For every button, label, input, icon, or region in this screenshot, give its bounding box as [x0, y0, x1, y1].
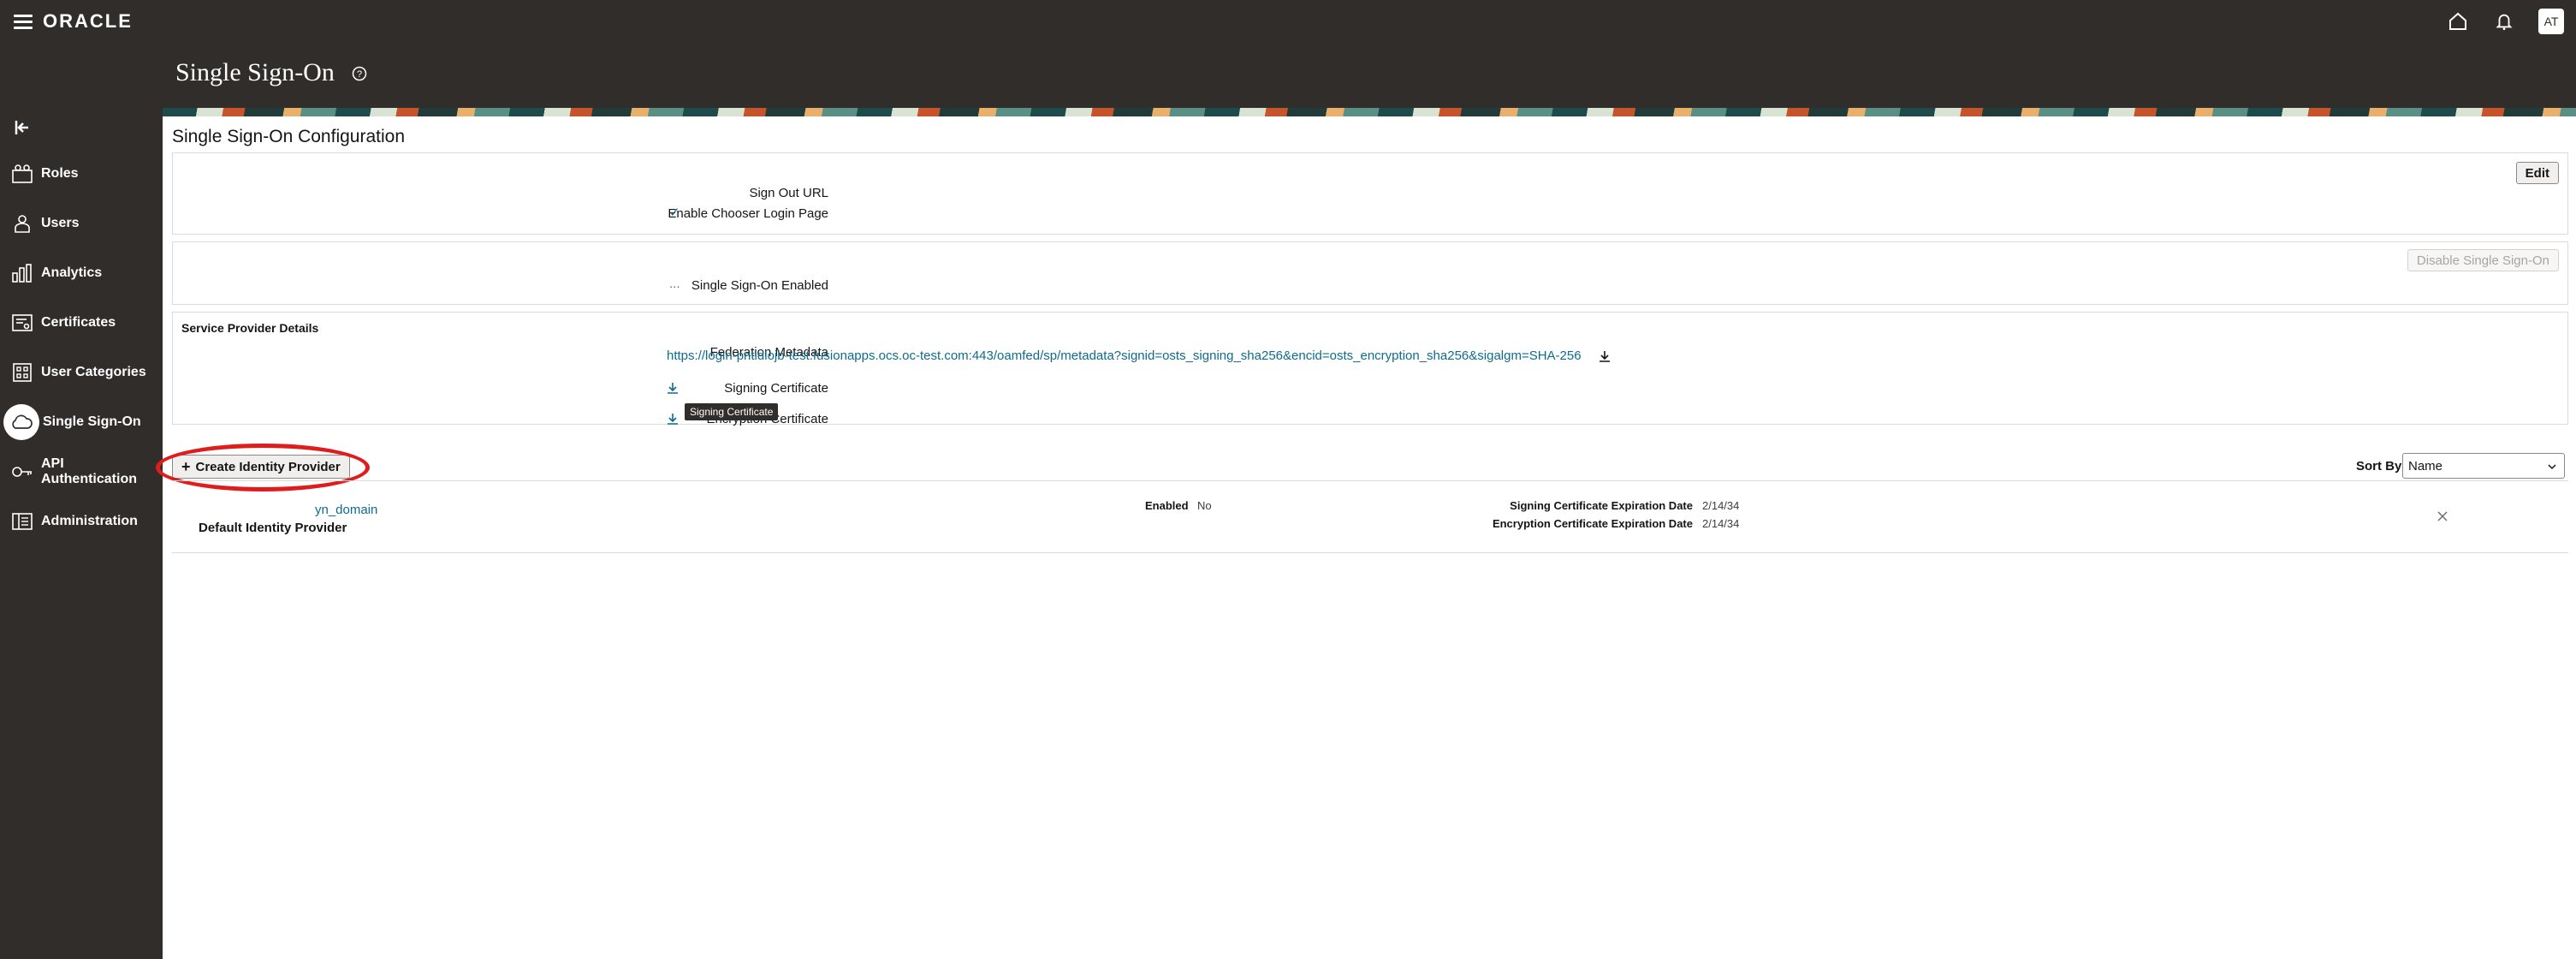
sort-by-value: Name	[2408, 458, 2443, 474]
sidebar-item-label: Roles	[41, 166, 79, 181]
sidebar-item-administration[interactable]: Administration	[0, 500, 163, 543]
svg-text:?: ?	[357, 69, 362, 80]
chooser-checkmark-icon: ✓	[669, 206, 680, 220]
highlight-annotation	[156, 444, 370, 491]
signing-certificate-download-icon[interactable]	[666, 381, 680, 395]
section-title: Single Sign-On Configuration	[172, 127, 405, 146]
sidebar-item-label: Certificates	[41, 315, 116, 330]
sort-by-label: Sort By	[2356, 459, 2402, 474]
signing-certificate-tooltip: Signing Certificate	[685, 403, 779, 420]
sidebar-item-single-sign-on[interactable]: Single Sign-On	[0, 401, 163, 444]
sidebar-item-label: Single Sign-On	[43, 414, 141, 429]
federation-metadata-link[interactable]: https://login-pntidlojb-test.fusionapps.…	[667, 348, 1582, 363]
roles-icon	[10, 162, 34, 186]
enabled-value: No	[1197, 499, 1212, 512]
divider	[172, 552, 2568, 553]
sidebar-item-label: User Categories	[41, 365, 146, 379]
administration-icon	[10, 509, 34, 533]
sidebar-item-analytics[interactable]: Analytics	[0, 252, 163, 295]
sidebar: Roles Users Analytics Certificates User …	[0, 108, 163, 959]
sidebar-item-label: Administration	[41, 514, 138, 528]
sign-out-panel: Edit Sign Out URL Enable Chooser Login P…	[172, 152, 2568, 235]
sidebar-item-certificates[interactable]: Certificates	[0, 301, 163, 344]
cloud-icon	[3, 404, 39, 440]
close-icon[interactable]	[2437, 510, 2448, 522]
collapse-sidebar-icon[interactable]	[14, 118, 33, 137]
decorative-banner	[163, 108, 2576, 116]
disable-sso-button[interactable]: Disable Single Sign-On	[2407, 249, 2559, 271]
encryption-expiration-value: 2/14/34	[1702, 517, 1740, 530]
sign-out-url-label: Sign Out URL	[749, 186, 828, 200]
sidebar-item-label: Users	[41, 216, 80, 230]
chooser-login-label: Enable Chooser Login Page	[668, 206, 828, 221]
sidebar-item-user-categories[interactable]: User Categories	[0, 351, 163, 394]
top-icons: AT	[2446, 9, 2564, 34]
avatar[interactable]: AT	[2538, 9, 2564, 34]
chevron-down-icon	[2547, 461, 2557, 471]
encryption-expiration-label: Encryption Certificate Expiration Date	[1492, 517, 1693, 530]
signing-expiration-value: 2/14/34	[1702, 499, 1740, 512]
signing-certificate-label: Signing Certificate	[724, 381, 828, 396]
page-title: Single Sign-On	[175, 58, 335, 86]
home-icon[interactable]	[2446, 9, 2470, 33]
signing-expiration-label: Signing Certificate Expiration Date	[1510, 499, 1693, 512]
enabled-label: Enabled	[1145, 499, 1189, 512]
identity-provider-subtitle: Default Identity Provider	[199, 521, 347, 535]
bell-icon[interactable]	[2492, 9, 2516, 33]
oracle-logo[interactable]: ORACLE	[43, 10, 133, 33]
sort-by-select[interactable]: Name	[2402, 453, 2565, 479]
certificates-icon	[10, 311, 34, 335]
sidebar-item-users[interactable]: Users	[0, 202, 163, 245]
top-bar: ORACLE AT Single Sign-On ?	[0, 0, 2576, 108]
encryption-certificate-download-icon[interactable]	[666, 412, 680, 426]
sidebar-item-api-authentication[interactable]: API Authentication	[0, 450, 163, 493]
download-icon[interactable]	[1598, 349, 1611, 363]
edit-button[interactable]: Edit	[2515, 162, 2559, 184]
users-icon	[10, 211, 34, 235]
hamburger-menu-icon[interactable]	[14, 12, 33, 31]
service-provider-panel: Service Provider Details Federation Meta…	[172, 312, 2568, 426]
sidebar-item-roles[interactable]: Roles	[0, 152, 163, 195]
help-icon[interactable]: ?	[352, 66, 367, 81]
sidebar-item-label: API Authentication	[41, 456, 137, 486]
analytics-icon	[10, 261, 34, 285]
key-icon	[10, 460, 34, 484]
user-categories-icon	[10, 360, 34, 384]
divider	[172, 480, 2568, 481]
identity-provider-name-link[interactable]: yn_domain	[315, 503, 377, 517]
sso-enabled-panel: Disable Single Sign-On Single Sign-On En…	[172, 241, 2568, 305]
sso-enabled-value: ...	[669, 277, 680, 291]
main-content: Single Sign-On Configuration Edit Sign O…	[156, 116, 2576, 959]
sp-details-title: Service Provider Details	[181, 321, 319, 335]
sso-enabled-label: Single Sign-On Enabled	[691, 278, 828, 293]
sidebar-item-label: Analytics	[41, 265, 103, 280]
